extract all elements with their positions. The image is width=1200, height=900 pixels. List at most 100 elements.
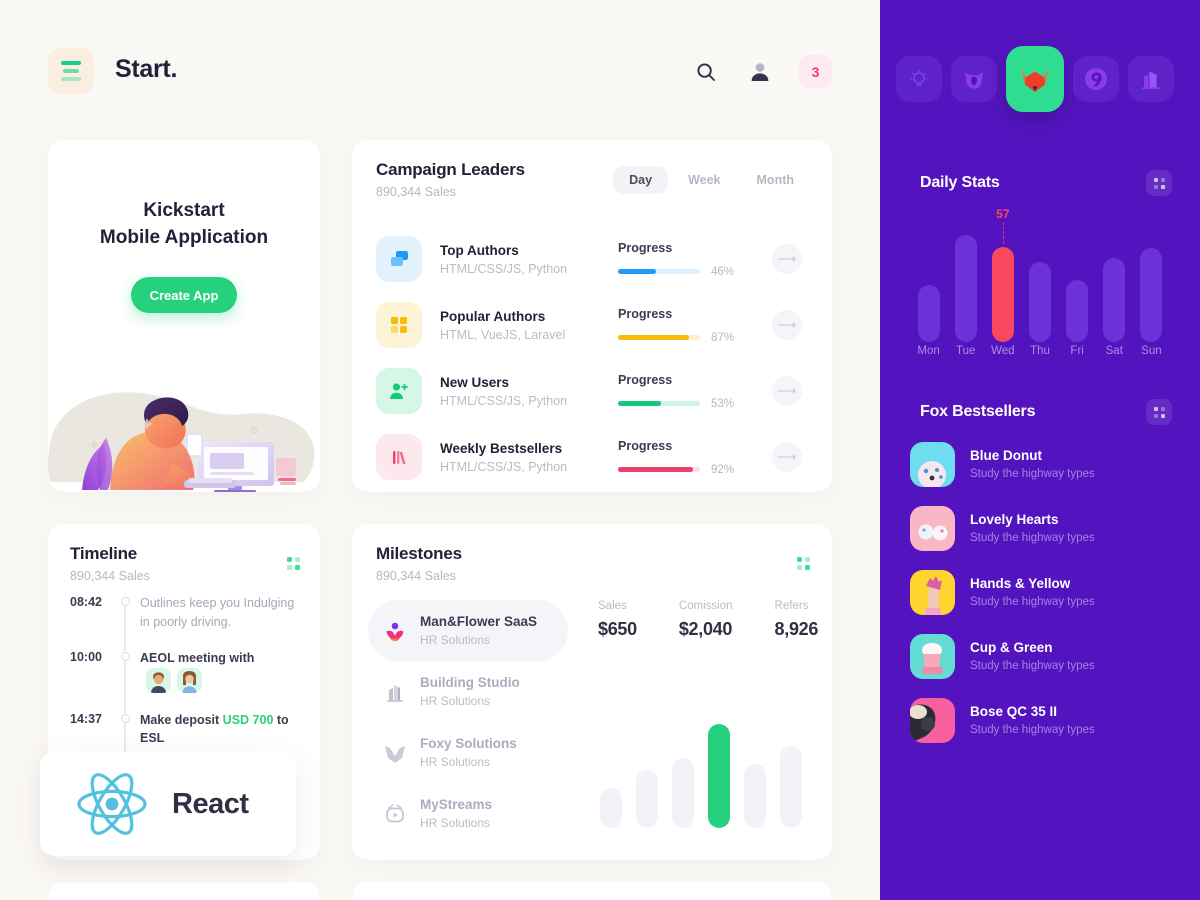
company-text: Man&Flower SaaS HR Solutions: [420, 614, 537, 647]
notification-badge[interactable]: 3: [799, 55, 832, 88]
main-content: Start. 3 Kickstart Mobile Application Cr…: [0, 0, 880, 900]
company-name: MyStreams: [420, 797, 493, 812]
list-item[interactable]: Hands & Yellow Study the highway types: [910, 560, 1184, 624]
list-item[interactable]: Man&Flower SaaS HR Solutions: [368, 600, 568, 661]
gitlab-fox-icon[interactable]: [1006, 46, 1064, 112]
chevron-right-icon[interactable]: ⟶: [772, 310, 802, 340]
row-name: New Users: [440, 374, 510, 390]
campaign-rows: Top Authors HTML/CSS/JS, Python Progress…: [376, 226, 816, 490]
logo-line: [61, 61, 81, 65]
chart-column: [1066, 280, 1089, 342]
chart-column: [1029, 262, 1051, 342]
product-text: Bose QC 35 II Study the highway types: [970, 704, 1095, 736]
product-text: Blue Donut Study the highway types: [970, 448, 1095, 480]
chart-tick-label: Sun: [1141, 345, 1162, 357]
range-selector: Day Week Month: [613, 166, 810, 194]
chevron-right-icon[interactable]: ⟶: [772, 244, 802, 274]
kickstart-title-line1: Kickstart: [143, 200, 225, 221]
stat-label: Refers: [774, 600, 809, 612]
chart-column: [917, 285, 940, 342]
chart-bar: [744, 764, 766, 828]
progress-track: [618, 467, 700, 472]
milestones-subtitle: 890,344 Sales: [376, 569, 456, 583]
milestones-bar-chart: [600, 708, 810, 828]
tab-day[interactable]: Day: [613, 166, 669, 194]
progress-percent: 87%: [711, 331, 735, 344]
list-item[interactable]: Lovely Hearts Study the highway types: [910, 496, 1184, 560]
app-switcher: [896, 46, 1174, 112]
user-icon[interactable]: [745, 57, 775, 87]
partial-card-right: [352, 882, 832, 900]
create-app-button[interactable]: Create App: [131, 277, 237, 314]
chart-bar: [600, 788, 622, 828]
table-row[interactable]: New Users HTML/CSS/JS, Python Progress 5…: [376, 358, 816, 424]
product-thumbnail: [910, 441, 955, 487]
dashboard-root: Start. 3 Kickstart Mobile Application Cr…: [0, 0, 1200, 900]
list-item[interactable]: Blue Donut Study the highway types: [910, 432, 1184, 496]
product-sub: Study the highway types: [970, 468, 1095, 480]
four-dots-icon[interactable]: [1146, 399, 1172, 425]
row-name: Weekly Bestsellers: [440, 440, 563, 456]
list-item[interactable]: Foxy Solutions HR Solutions: [368, 722, 568, 783]
progress-line: 53%: [618, 398, 743, 410]
progress-block: Progress 46%: [618, 241, 743, 278]
four-dots-icon[interactable]: [1146, 170, 1172, 196]
avatar: [146, 667, 171, 693]
stat-value: $650: [598, 619, 637, 639]
table-row[interactable]: Weekly Bestsellers HTML/CSS/JS, Python P…: [376, 424, 816, 490]
chevron-right-icon[interactable]: ⟶: [772, 442, 802, 472]
kickstart-title: Kickstart Mobile Application: [48, 198, 320, 251]
tab-month[interactable]: Month: [741, 166, 810, 194]
list-item[interactable]: Building Studio HR Solutions: [368, 661, 568, 722]
chart-value-label: 57: [996, 207, 1010, 221]
list-item[interactable]: 08:42 Outlines keep you Indulging in poo…: [70, 594, 306, 651]
daily-stats-title: Daily Stats: [920, 174, 1000, 191]
stat-comission: Comission $2,040: [679, 600, 733, 640]
nine-circle-icon[interactable]: [1073, 56, 1119, 102]
tab-week[interactable]: Week: [672, 166, 736, 194]
stat-refers: Refers 8,926: [775, 600, 819, 640]
campaign-leaders-card: Campaign Leaders 890,344 Sales Day Week …: [352, 140, 832, 492]
milestones-title: Milestones: [376, 544, 462, 563]
react-label: React: [172, 787, 249, 820]
campaign-title: Campaign Leaders: [376, 160, 525, 179]
search-icon[interactable]: [691, 57, 721, 87]
daily-stats-axis-labels: Mon Tue Wed Thu Fri Sat Sun: [910, 345, 1170, 357]
progress-label: Progress: [618, 372, 673, 387]
product-text: Lovely Hearts Study the highway types: [970, 512, 1095, 544]
timeline-time: 14:37: [70, 711, 102, 726]
lightbulb-icon[interactable]: [896, 56, 942, 102]
company-sub: HR Solutions: [420, 694, 491, 708]
four-dots-icon[interactable]: [287, 557, 300, 570]
list-item[interactable]: MyStreams HR Solutions: [368, 783, 568, 844]
list-item[interactable]: 10:00 AEOL meeting with: [70, 649, 306, 713]
chart-tick-label: Sat: [1105, 345, 1123, 357]
fox-head-icon[interactable]: [951, 56, 997, 102]
building-icon[interactable]: [1128, 56, 1174, 102]
product-name: Bose QC 35 II: [970, 704, 1058, 719]
hamburger-lines-icon[interactable]: [48, 48, 94, 94]
progress-block: Progress 53%: [618, 373, 743, 410]
timeline-text: AEOL meeting with: [140, 649, 306, 693]
timeline-time: 08:42: [70, 595, 102, 609]
list-item[interactable]: Bose QC 35 II Study the highway types: [910, 688, 1184, 752]
table-row[interactable]: Popular Authors HTML, VueJS, Laravel Pro…: [376, 292, 816, 358]
chevron-right-icon[interactable]: ⟶: [772, 376, 802, 406]
product-thumbnail: [910, 505, 955, 551]
company-name: Man&Flower SaaS: [420, 614, 538, 629]
avatar: [177, 667, 202, 693]
header-actions: 3: [691, 55, 832, 88]
table-row[interactable]: Top Authors HTML/CSS/JS, Python Progress…: [376, 226, 816, 292]
timeline-node: [110, 711, 140, 768]
list-item[interactable]: Cup & Green Study the highway types: [910, 624, 1184, 688]
progress-label: Progress: [618, 240, 673, 255]
logo-line: [63, 69, 79, 73]
chart-bar: [708, 724, 730, 828]
four-dots-icon[interactable]: [797, 557, 810, 570]
milestones-company-list: Man&Flower SaaS HR Solutions Building St…: [368, 600, 568, 844]
product-thumbnail: [910, 569, 955, 615]
flower-icon: [380, 619, 410, 643]
chart-tick-label: Thu: [1030, 345, 1050, 357]
react-badge-card[interactable]: React: [40, 752, 296, 856]
company-sub: HR Solutions: [420, 633, 491, 647]
